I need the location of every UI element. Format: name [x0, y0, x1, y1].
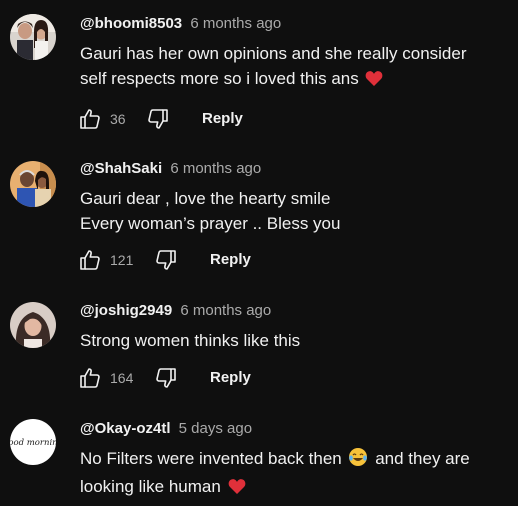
comment-timestamp[interactable]: 6 months ago [170, 160, 261, 177]
avatar[interactable] [10, 14, 56, 60]
reply-button[interactable]: Reply [210, 369, 251, 386]
comment-text: Gauri dear , love the hearty smile Every… [80, 186, 510, 236]
comment-author[interactable]: @bhoomi8503 [80, 15, 182, 32]
thumbs-down-icon[interactable] [146, 107, 170, 131]
reply-button[interactable]: Reply [202, 110, 243, 127]
comment-text-span: No Filters were invented back then [80, 449, 342, 468]
comment-author[interactable]: @ShahSaki [80, 160, 162, 177]
thumbs-down-icon[interactable] [154, 248, 178, 272]
thumbs-up-icon[interactable] [78, 107, 102, 131]
comment-text-line: looking like human [80, 474, 510, 502]
avatar[interactable]: good morning [10, 419, 56, 465]
comment-text-span: self respects more so i loved this ans [80, 69, 359, 88]
comment-header: @bhoomi8503 6 months ago [80, 14, 281, 34]
thumbs-down-icon[interactable] [154, 366, 178, 390]
avatar[interactable] [10, 302, 56, 348]
comment-text-line: Strong women thinks like this [80, 331, 301, 350]
like-count: 36 [110, 111, 126, 127]
comment-author[interactable]: @joshig2949 [80, 302, 172, 319]
comment-timestamp[interactable]: 6 months ago [180, 302, 271, 319]
tears-of-joy-icon [348, 447, 368, 474]
thumbs-up-icon[interactable] [78, 366, 102, 390]
comment-text-line: Gauri has her own opinions and she reall… [80, 44, 467, 63]
comment-text: Gauri has her own opinions and she reall… [80, 41, 510, 94]
comment-text-line: No Filters were invented back then and t… [80, 446, 510, 474]
comment-text: Strong women thinks like this [80, 328, 510, 353]
reply-button[interactable]: Reply [210, 251, 251, 268]
comment-timestamp[interactable]: 6 months ago [190, 15, 281, 32]
comment-header: @joshig2949 6 months ago [80, 301, 271, 321]
heart-icon [228, 477, 246, 502]
comment-author[interactable]: @Okay-oz4tl [80, 420, 170, 437]
comment-header: @Okay-oz4tl 5 days ago [80, 419, 252, 439]
comment-header: @ShahSaki 6 months ago [80, 159, 261, 179]
like-count: 121 [110, 252, 134, 268]
thumbs-up-icon[interactable] [78, 248, 102, 272]
heart-icon [365, 69, 383, 94]
comment-text-line: self respects more so i loved this ans [80, 66, 510, 94]
avatar[interactable] [10, 161, 56, 207]
comment-text-line: Gauri dear , love the hearty smile [80, 189, 331, 208]
comment-text: No Filters were invented back then and t… [80, 446, 510, 502]
comment-text-span: looking like human [80, 477, 221, 496]
like-count: 164 [110, 370, 134, 386]
avatar-text: good morning [10, 438, 56, 448]
comment-text-span: and they are [375, 449, 470, 468]
comment-text-line: Every woman’s prayer .. Bless you [80, 214, 341, 233]
comment-timestamp[interactable]: 5 days ago [179, 420, 252, 437]
